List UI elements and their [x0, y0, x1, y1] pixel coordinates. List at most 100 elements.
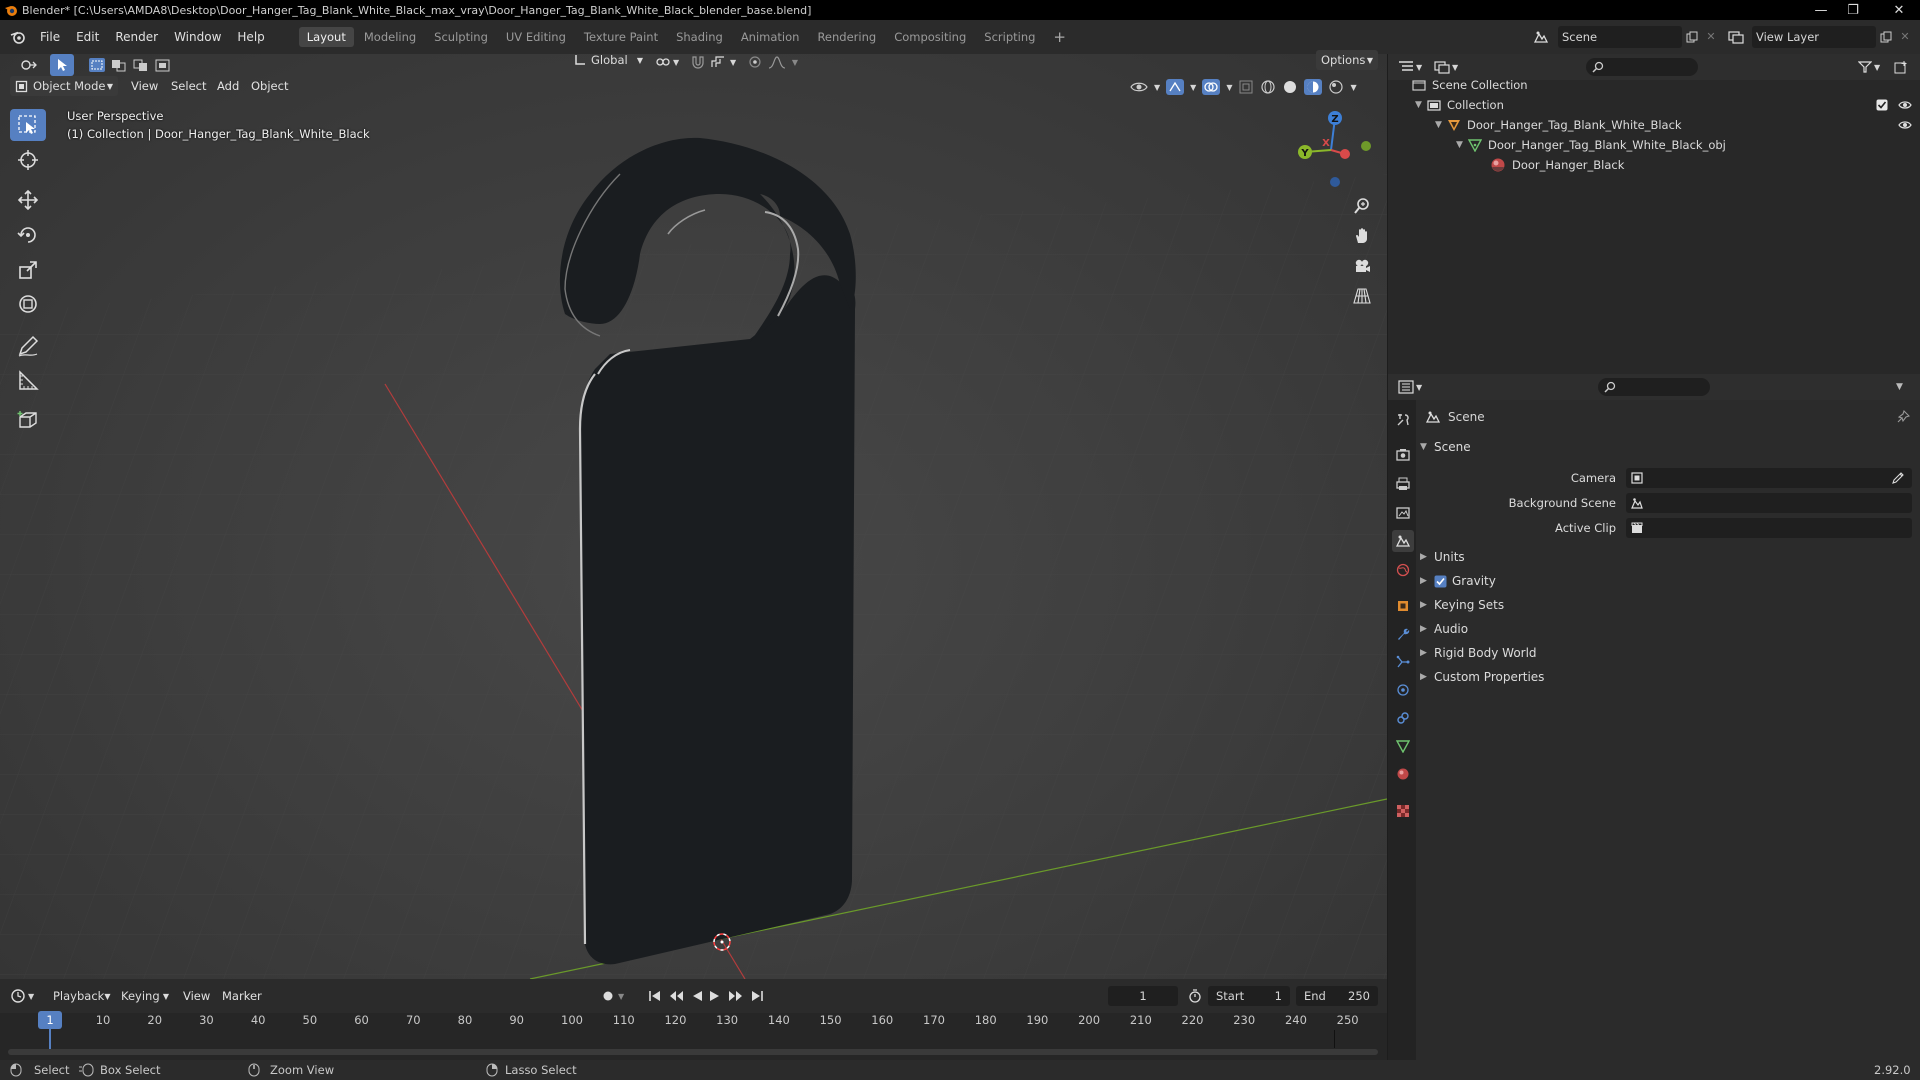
scene-name-field[interactable]: Scene	[1558, 26, 1682, 48]
tab-world[interactable]	[1392, 559, 1414, 581]
timeline-menu-view[interactable]: View	[183, 989, 210, 1003]
menu-window[interactable]: Window	[166, 26, 229, 48]
viewport-menu-select[interactable]: Select	[171, 79, 206, 93]
magnet-snap-icon[interactable]	[690, 55, 706, 69]
playhead-frame-indicator[interactable]: 1	[38, 1011, 62, 1029]
timeline-menu-marker[interactable]: Marker	[222, 989, 262, 1003]
tool-scale[interactable]	[10, 254, 46, 286]
scene-browse-button[interactable]	[1524, 26, 1558, 48]
options-dropdown[interactable]: Options ▼	[1316, 50, 1378, 70]
tool-cursor[interactable]	[10, 144, 46, 176]
viewport-menu-add[interactable]: Add	[217, 79, 239, 93]
view-layer-field[interactable]: View Layer	[1752, 26, 1876, 48]
tab-layout[interactable]: Layout	[298, 27, 354, 47]
current-frame-field[interactable]: 1	[1108, 986, 1178, 1006]
playback-menu[interactable]: Playback ▼	[48, 986, 114, 1006]
maximize-button[interactable]: ❐	[1838, 0, 1868, 20]
select-invert-icon[interactable]	[154, 57, 172, 73]
eyedropper-icon[interactable]	[1892, 472, 1904, 484]
select-subtract-icon[interactable]	[132, 57, 150, 73]
proportional-edit-group[interactable]: ▼	[748, 52, 798, 72]
zoom-view-button[interactable]	[1350, 194, 1374, 218]
jump-end-icon[interactable]	[750, 990, 764, 1002]
tool-rotate[interactable]	[10, 219, 46, 251]
tool-add-cube[interactable]	[10, 404, 46, 436]
outliner-item-door-hanger[interactable]: ▼ Door_Hanger_Tag_Blank_White_Black	[1388, 115, 1920, 135]
tab-particles[interactable]	[1392, 651, 1414, 673]
keying-menu[interactable]: Keying ▼	[116, 986, 174, 1006]
overlays-toggle-icon[interactable]	[1202, 79, 1221, 95]
tab-constraints[interactable]	[1392, 707, 1414, 729]
proportional-editing-icon[interactable]	[748, 55, 762, 69]
tab-sculpting[interactable]: Sculpting	[426, 27, 496, 47]
pan-view-button[interactable]	[1350, 224, 1374, 248]
jump-keyframe-forward-icon[interactable]	[728, 990, 744, 1002]
visibility-eye-icon[interactable]	[1898, 99, 1912, 111]
menu-help[interactable]: Help	[229, 26, 272, 48]
navigation-gizmo[interactable]: Z Y X	[1290, 104, 1374, 188]
close-button[interactable]: ✕	[1878, 0, 1920, 20]
units-panel-header[interactable]: ▶ Units	[1420, 550, 1465, 564]
tab-render[interactable]	[1392, 444, 1414, 466]
minimize-button[interactable]: —	[1806, 0, 1836, 20]
tab-object[interactable]	[1392, 595, 1414, 617]
tab-physics[interactable]	[1392, 679, 1414, 701]
expand-triangle-icon[interactable]: ▼	[1435, 120, 1445, 130]
tool-measure[interactable]	[10, 365, 46, 397]
outliner-filter-button[interactable]: ▼	[1858, 57, 1888, 77]
tab-output[interactable]	[1392, 473, 1414, 495]
jump-start-icon[interactable]	[648, 990, 662, 1002]
gizmo-toggle-icon[interactable]	[1166, 79, 1185, 95]
object-mode-dropdown[interactable]: Object Mode ▼	[10, 76, 118, 96]
falloff-curve-icon[interactable]	[768, 55, 786, 69]
tab-modifiers[interactable]	[1392, 623, 1414, 645]
tab-material[interactable]	[1392, 763, 1414, 785]
selection-mode-group[interactable]	[88, 54, 184, 76]
material-preview-shading-icon[interactable]	[1304, 79, 1323, 95]
expand-triangle-icon[interactable]: ▼	[1456, 140, 1466, 150]
expand-triangle-icon[interactable]: ▼	[1415, 100, 1425, 110]
new-collection-button[interactable]	[1894, 57, 1914, 77]
start-frame-field[interactable]: Start 1	[1208, 986, 1290, 1006]
tool-transform[interactable]	[10, 288, 46, 320]
visibility-eye-icon[interactable]	[1130, 80, 1148, 94]
pivot-point-dropdown[interactable]: ▼	[655, 52, 685, 72]
tab-modeling[interactable]: Modeling	[356, 27, 424, 47]
toggle-perspective-button[interactable]	[1350, 284, 1374, 308]
remove-scene-button[interactable]: ✕	[1702, 26, 1720, 48]
snap-increment-icon[interactable]	[710, 55, 726, 69]
transform-orientation-dropdown[interactable]: Global ▼	[568, 50, 648, 70]
properties-editor-type-button[interactable]: ▼	[1398, 377, 1428, 397]
editor-type-button[interactable]	[14, 54, 44, 76]
play-icon[interactable]	[709, 990, 721, 1002]
end-frame-field[interactable]: End 250	[1296, 986, 1378, 1006]
menu-render[interactable]: Render	[107, 26, 166, 48]
menu-edit[interactable]: Edit	[68, 26, 107, 48]
timeline-editor-type-button[interactable]: ▼	[10, 986, 40, 1006]
audio-panel-header[interactable]: ▶ Audio	[1420, 622, 1468, 636]
tab-scene[interactable]	[1392, 530, 1414, 552]
add-workspace-button[interactable]: +	[1045, 27, 1074, 47]
custom-properties-panel-header[interactable]: ▶ Custom Properties	[1420, 670, 1544, 684]
tab-scripting[interactable]: Scripting	[976, 27, 1043, 47]
rendered-shading-icon[interactable]	[1328, 79, 1344, 95]
keying-sets-panel-header[interactable]: ▶ Keying Sets	[1420, 598, 1504, 612]
background-scene-field[interactable]	[1626, 493, 1912, 513]
view-layer-browse-button[interactable]	[1722, 26, 1750, 48]
tab-animation[interactable]: Animation	[733, 27, 808, 47]
outliner-search-input[interactable]	[1586, 58, 1698, 76]
exclude-checkbox-icon[interactable]	[1876, 99, 1888, 111]
new-view-layer-button[interactable]	[1876, 26, 1896, 48]
tab-rendering[interactable]: Rendering	[809, 27, 884, 47]
outliner-item-collection[interactable]: ▼ Collection	[1388, 95, 1920, 115]
active-clip-field[interactable]	[1626, 518, 1912, 538]
tab-compositing[interactable]: Compositing	[886, 27, 974, 47]
pin-icon[interactable]	[1896, 410, 1910, 424]
new-scene-button[interactable]	[1682, 26, 1702, 48]
stopwatch-icon[interactable]	[1188, 989, 1202, 1003]
outliner-item-mesh-data[interactable]: ▼ Door_Hanger_Tag_Blank_White_Black_obj	[1388, 135, 1920, 155]
wireframe-shading-icon[interactable]	[1260, 79, 1276, 95]
solid-shading-icon[interactable]	[1282, 79, 1298, 95]
tool-select-box[interactable]	[10, 109, 46, 141]
visibility-eye-icon[interactable]	[1898, 119, 1912, 131]
